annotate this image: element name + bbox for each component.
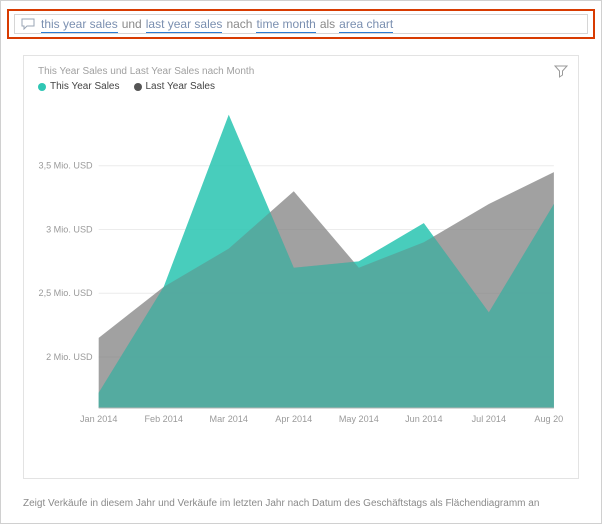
svg-text:Jun 2014: Jun 2014 [405, 414, 442, 424]
chat-icon [21, 18, 35, 30]
footer-description: Zeigt Verkäufe in diesem Jahr und Verkäu… [23, 498, 579, 509]
legend-label: This Year Sales [50, 81, 120, 92]
chart-legend: This Year Sales Last Year Sales [38, 81, 564, 92]
legend-label: Last Year Sales [146, 81, 216, 92]
qa-text: this year salesundlast year salesnachtim… [41, 17, 397, 31]
chart-title: This Year Sales und Last Year Sales nach… [38, 66, 564, 77]
app-window: this year salesundlast year salesnachtim… [0, 0, 602, 524]
svg-text:May 2014: May 2014 [339, 414, 379, 424]
svg-text:Apr 2014: Apr 2014 [275, 414, 312, 424]
legend-item: This Year Sales [38, 81, 120, 92]
svg-text:3 Mio. USD: 3 Mio. USD [46, 225, 93, 235]
chart-plot: 2 Mio. USD 2,5 Mio. USD 3 Mio. USD 3,5 Mio.… [38, 96, 564, 436]
svg-text:Mar 2014: Mar 2014 [210, 414, 248, 424]
svg-text:Feb 2014: Feb 2014 [144, 414, 182, 424]
svg-text:Jul 2014: Jul 2014 [472, 414, 506, 424]
svg-text:2 Mio. USD: 2 Mio. USD [46, 352, 93, 362]
qa-highlight-box: this year salesundlast year salesnachtim… [7, 9, 595, 39]
filter-icon[interactable] [554, 64, 568, 83]
qa-input[interactable]: this year salesundlast year salesnachtim… [14, 14, 588, 34]
svg-text:Jan 2014: Jan 2014 [80, 414, 117, 424]
chart-card: This Year Sales und Last Year Sales nach… [23, 55, 579, 479]
legend-item: Last Year Sales [134, 81, 216, 92]
svg-text:2,5 Mio. USD: 2,5 Mio. USD [39, 288, 94, 298]
legend-swatch [38, 83, 46, 91]
svg-text:3,5 Mio. USD: 3,5 Mio. USD [39, 161, 94, 171]
legend-swatch [134, 83, 142, 91]
svg-text:Aug 2014: Aug 2014 [534, 414, 564, 424]
